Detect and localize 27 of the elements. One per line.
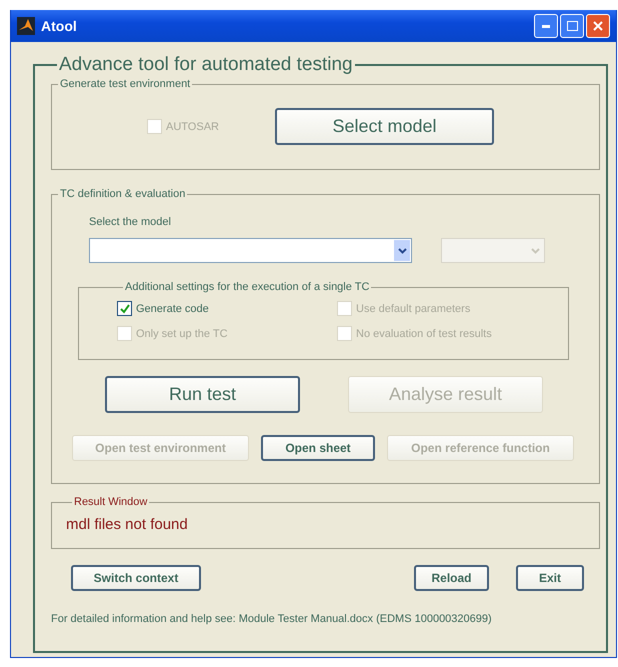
app-logo-icon [17, 17, 35, 35]
checkmark-icon [120, 304, 130, 314]
checkbox[interactable]: Generate code [117, 301, 337, 316]
group-title: Result Window [73, 496, 148, 508]
maximize-button[interactable] [560, 14, 584, 38]
close-icon [593, 21, 603, 31]
group-title: Advance tool for automated testing [58, 54, 354, 76]
group-title: TC definition & evaluation [59, 188, 186, 200]
button[interactable]: Select model [274, 108, 494, 145]
group-title: Generate test environment [59, 78, 192, 90]
minimize-icon [542, 24, 550, 28]
dropdown[interactable] [89, 238, 412, 263]
chevron-down-icon [530, 248, 540, 254]
window-title: Atool [41, 18, 77, 34]
minimize-button[interactable] [534, 14, 558, 38]
result-message: mdl files not found [66, 516, 188, 533]
button[interactable]: Open sheet [261, 435, 375, 461]
button[interactable]: Run test [105, 376, 300, 413]
group-title: Additional settings for the execution of a single TC [124, 281, 370, 293]
button[interactable]: Exit [516, 565, 584, 591]
maximize-icon [566, 21, 578, 31]
field-label: Select the model [89, 216, 171, 228]
chevron-down-icon [398, 248, 406, 254]
close-button[interactable] [586, 14, 610, 38]
button[interactable]: Reload [414, 565, 489, 591]
button[interactable]: Switch context [71, 565, 201, 591]
help-text: For detailed information and help see: Module Tester Manual.docx (EDMS 100000320699) [51, 613, 492, 625]
